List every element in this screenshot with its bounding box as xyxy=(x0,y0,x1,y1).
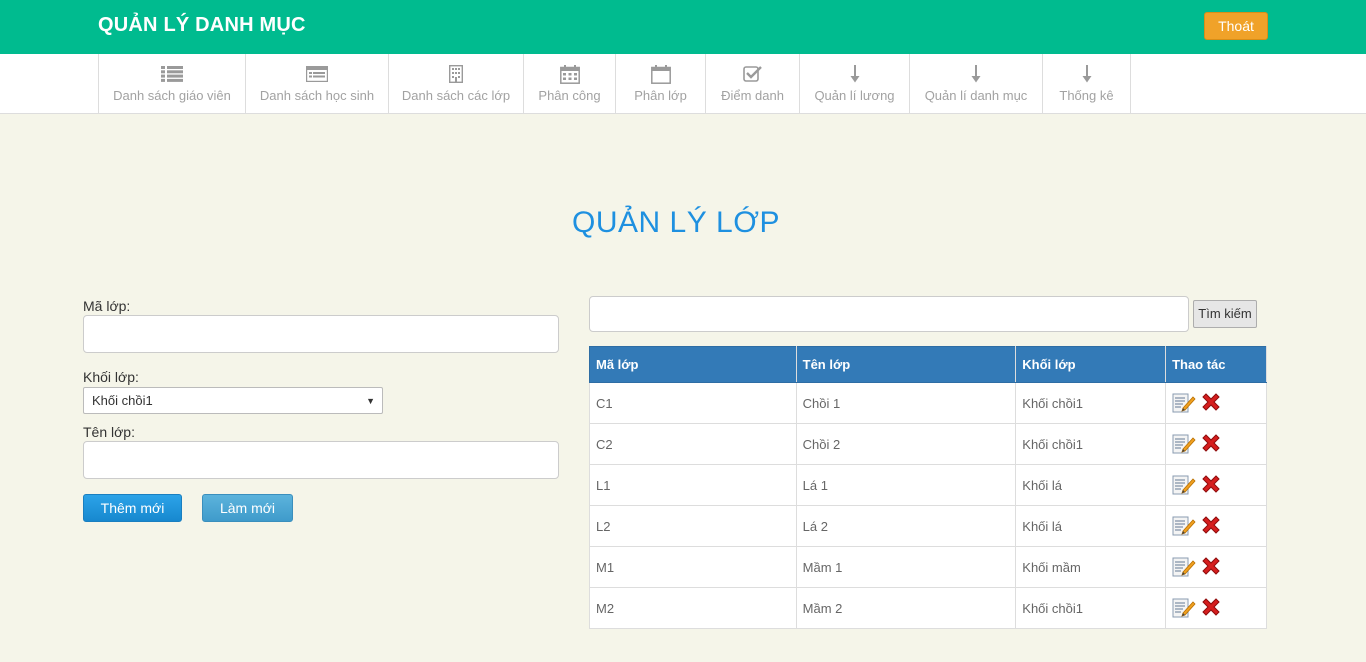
list-icon xyxy=(99,64,245,84)
cell-grade: Khối chồi1 xyxy=(1015,382,1167,424)
cell-actions xyxy=(1165,423,1267,465)
caret-down-icon: ▼ xyxy=(366,396,375,406)
top-header: QUẢN LÝ DANH MỤC Thoát xyxy=(0,0,1366,54)
cell-grade: Khối mầm xyxy=(1015,546,1167,588)
page-title: QUẢN LÝ LỚP xyxy=(572,206,780,239)
row-actions xyxy=(1172,473,1224,495)
delete-icon[interactable] xyxy=(1200,596,1224,618)
nav-item-attendance[interactable]: Điểm danh xyxy=(705,54,799,113)
nav-item-classes[interactable]: Danh sách các lớp xyxy=(388,54,523,113)
nav-item-label: Phân công xyxy=(538,88,601,103)
cell-class-code: M1 xyxy=(589,546,797,588)
edit-icon[interactable] xyxy=(1172,596,1196,618)
class-code-input[interactable] xyxy=(83,315,559,353)
search-button[interactable]: Tìm kiếm xyxy=(1193,300,1257,328)
search-input[interactable] xyxy=(589,296,1189,332)
delete-icon[interactable] xyxy=(1200,432,1224,454)
table-header-row: Mã lớp Tên lớp Khối lớp Thao tác xyxy=(589,346,1267,383)
nav-item-label: Thống kê xyxy=(1059,88,1114,103)
card-list-icon xyxy=(246,64,388,84)
nav-item-label: Danh sách học sinh xyxy=(259,88,375,103)
cell-class-name: Mầm 2 xyxy=(795,587,1017,629)
table-row: C2 Chồi 2 Khối chồi1 xyxy=(589,423,1267,465)
add-button[interactable]: Thêm mới xyxy=(83,494,182,522)
delete-icon[interactable] xyxy=(1200,473,1224,495)
arrow-down-icon xyxy=(800,64,909,84)
cell-class-code: C2 xyxy=(589,423,797,465)
nav-item-label: Danh sách các lớp xyxy=(401,88,511,103)
app-title: QUẢN LÝ DANH MỤC xyxy=(98,14,306,36)
cell-class-name: Lá 1 xyxy=(795,464,1017,506)
cell-class-name: Chồi 1 xyxy=(795,382,1017,424)
nav-item-label: Quản lí lương xyxy=(814,88,895,103)
cell-grade: Khối chồi1 xyxy=(1015,423,1167,465)
col-header-code: Mã lớp xyxy=(589,346,797,383)
nav-item-categories[interactable]: Quản lí danh mục xyxy=(909,54,1042,113)
table-row: L1 Lá 1 Khối lá xyxy=(589,464,1267,506)
col-header-grade: Khối lớp xyxy=(1015,346,1167,383)
cell-class-code: M2 xyxy=(589,587,797,629)
nav-item-label: Điểm danh xyxy=(721,88,784,103)
check-square-icon xyxy=(706,64,799,84)
cell-class-code: L2 xyxy=(589,505,797,547)
table-row: L2 Lá 2 Khối lá xyxy=(589,505,1267,547)
delete-icon[interactable] xyxy=(1200,514,1224,536)
class-code-label: Mã lớp: xyxy=(83,298,131,314)
nav-item-assignment[interactable]: Phân công xyxy=(523,54,615,113)
reset-button[interactable]: Làm mới xyxy=(202,494,293,522)
nav-item-students[interactable]: Danh sách học sinh xyxy=(245,54,388,113)
cell-grade: Khối lá xyxy=(1015,505,1167,547)
cell-actions xyxy=(1165,587,1267,629)
cell-grade: Khối lá xyxy=(1015,464,1167,506)
building-icon xyxy=(389,64,523,84)
class-name-input[interactable] xyxy=(83,441,559,479)
cell-grade: Khối chồi1 xyxy=(1015,587,1167,629)
row-actions xyxy=(1172,391,1224,413)
table-row: M1 Mầm 1 Khối mầm xyxy=(589,546,1267,588)
edit-icon[interactable] xyxy=(1172,473,1196,495)
grade-select-value: Khối chồi1 xyxy=(92,393,153,408)
table-row: M2 Mầm 2 Khối chồi1 xyxy=(589,587,1267,629)
cell-actions xyxy=(1165,546,1267,588)
delete-icon[interactable] xyxy=(1200,391,1224,413)
cell-class-code: L1 xyxy=(589,464,797,506)
nav-item-label: Quản lí danh mục xyxy=(924,88,1028,103)
nav-item-label: Phân lớp xyxy=(634,88,687,103)
edit-icon[interactable] xyxy=(1172,432,1196,454)
grade-label: Khối lớp: xyxy=(83,369,139,385)
arrow-down-icon xyxy=(1043,64,1130,84)
cell-class-name: Mầm 1 xyxy=(795,546,1017,588)
main-nav: Danh sách giáo viên Danh sách học sinh D… xyxy=(0,54,1366,114)
row-actions xyxy=(1172,432,1224,454)
cell-actions xyxy=(1165,382,1267,424)
logout-button[interactable]: Thoát xyxy=(1204,12,1268,40)
cell-actions xyxy=(1165,464,1267,506)
edit-icon[interactable] xyxy=(1172,555,1196,577)
nav-item-statistics[interactable]: Thống kê xyxy=(1042,54,1131,113)
cell-actions xyxy=(1165,505,1267,547)
edit-icon[interactable] xyxy=(1172,514,1196,536)
cell-class-code: C1 xyxy=(589,382,797,424)
table-row: C1 Chồi 1 Khối chồi1 xyxy=(589,382,1267,424)
delete-icon[interactable] xyxy=(1200,555,1224,577)
edit-icon[interactable] xyxy=(1172,391,1196,413)
row-actions xyxy=(1172,514,1224,536)
grade-select[interactable]: Khối chồi1 ▼ xyxy=(83,387,383,414)
class-name-label: Tên lớp: xyxy=(83,424,135,440)
nav-item-teachers[interactable]: Danh sách giáo viên xyxy=(98,54,245,113)
nav-item-label: Danh sách giáo viên xyxy=(113,88,231,103)
nav-item-class-assign[interactable]: Phân lớp xyxy=(615,54,705,113)
arrow-down-icon xyxy=(910,64,1042,84)
class-table: Mã lớp Tên lớp Khối lớp Thao tác C1 Chồi … xyxy=(589,346,1267,629)
row-actions xyxy=(1172,596,1224,618)
nav-item-salary[interactable]: Quản lí lương xyxy=(799,54,909,113)
calendar-icon xyxy=(524,64,615,84)
col-header-name: Tên lớp xyxy=(795,346,1017,383)
cell-class-name: Chồi 2 xyxy=(795,423,1017,465)
cell-class-name: Lá 2 xyxy=(795,505,1017,547)
row-actions xyxy=(1172,555,1224,577)
calendar-blank-icon xyxy=(616,64,705,84)
col-header-actions: Thao tác xyxy=(1165,346,1267,383)
